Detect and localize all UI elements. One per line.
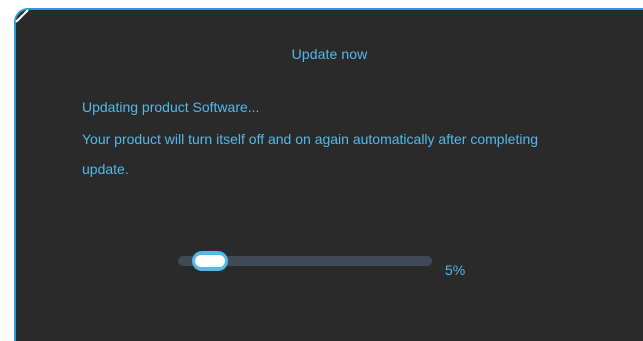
progress-fill (192, 251, 228, 271)
dialog-title: Update now (291, 46, 368, 62)
update-dialog: Update now Updating product Software... … (14, 8, 643, 341)
info-message-continued: update. (82, 161, 129, 177)
status-message: Updating product Software... (82, 99, 260, 115)
progress-bar (178, 251, 432, 271)
info-message: Your product will turn itself off and on… (82, 131, 539, 147)
progress-percent-label: 5% (445, 262, 466, 278)
